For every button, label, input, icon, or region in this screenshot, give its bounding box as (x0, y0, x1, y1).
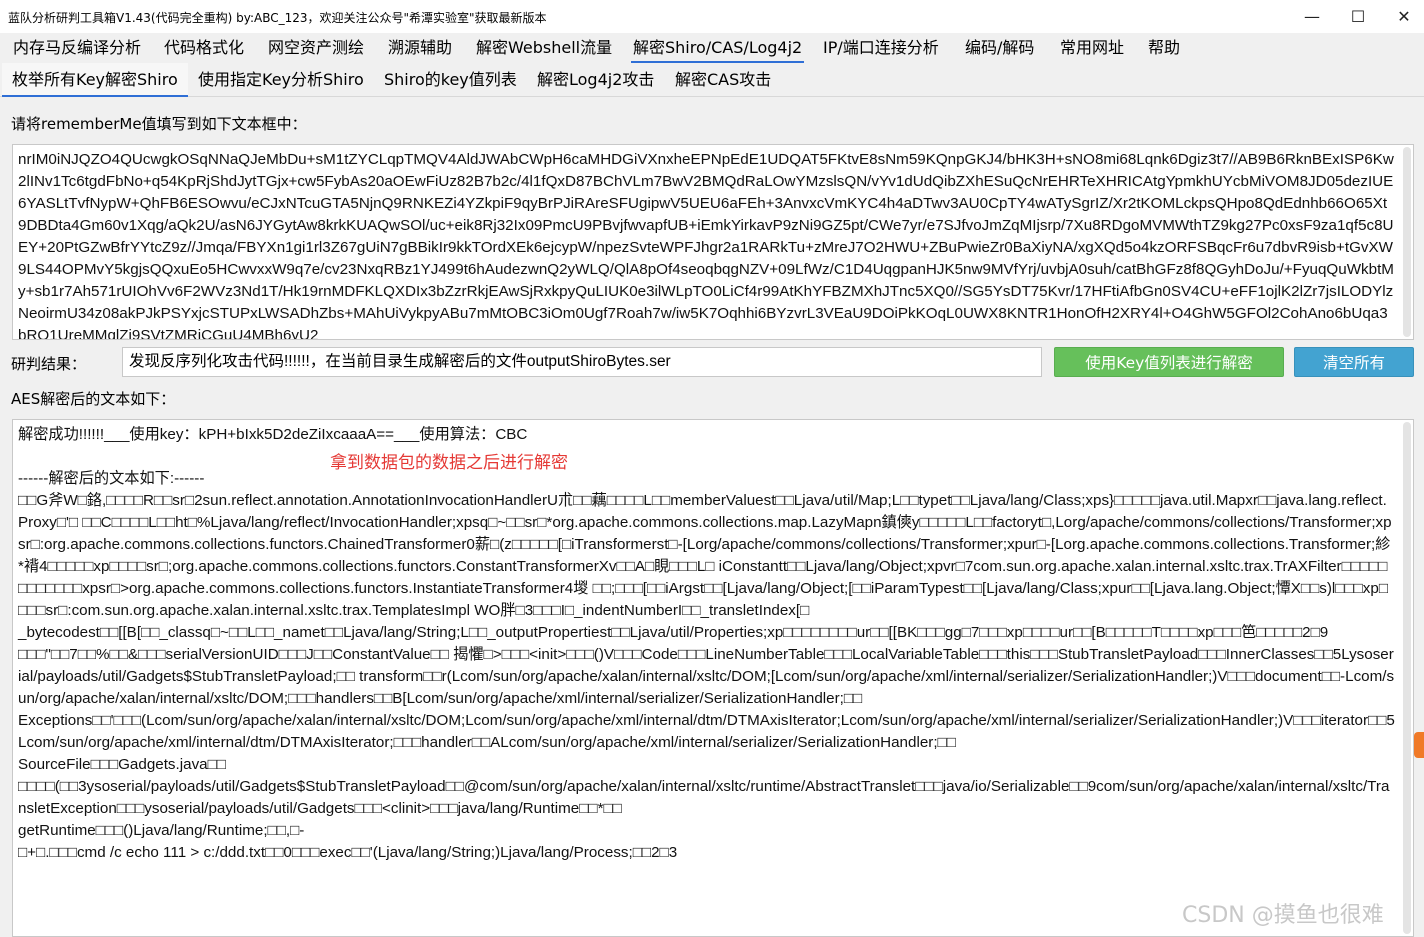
result-field[interactable]: 发现反序列化攻击代码!!!!!!，在当前目录生成解密后的文件outputShir… (122, 347, 1042, 377)
close-button[interactable]: ✕ (1381, 0, 1424, 33)
tab-shiro-cas-log4j2[interactable]: 解密Shiro/CAS/Log4j2 (631, 33, 805, 63)
tab-help[interactable]: 帮助 (1146, 33, 1182, 63)
output-line: SourceFile□□□Gadgets.java□□ (18, 756, 226, 773)
tab-asset-mapping[interactable]: 网空资产测绘 (266, 33, 366, 63)
csdn-watermark: CSDN @摸鱼也很难 (1182, 903, 1384, 928)
rememberme-value: nrIM0iNJQZO4QUcwgkOSqNNaQJeMbDu+sM1tZYCL… (18, 151, 1394, 340)
subtab-enumerate-keys[interactable]: 枚举所有Key解密Shiro (2, 63, 188, 97)
maximize-button[interactable]: ☐ (1335, 0, 1381, 33)
output-line: 解密成功!!!!!!___使用key：kPH+bIxk5D2deZiIxcaaa… (18, 426, 528, 443)
aes-output-text: 解密成功!!!!!!___使用key：kPH+bIxk5D2deZiIxcaaa… (18, 424, 1395, 864)
aes-output-scrollbar[interactable] (1403, 422, 1411, 934)
rememberme-label: 请将rememberMe值填写到如下文本框中： (11, 115, 307, 133)
tab-encode-decode[interactable]: 编码/解码 (963, 33, 1036, 63)
subtab-specified-key[interactable]: 使用指定Key分析Shiro (188, 63, 374, 97)
aes-output-label: AES解密后的文本如下： (11, 390, 176, 408)
output-line: □□□"□□7□□%□□&□□□serialVersionUID□□□J□□Co… (18, 646, 1395, 707)
output-line: ​ (18, 446, 1395, 468)
rememberme-scrollbar[interactable] (1403, 147, 1411, 337)
side-widget[interactable] (1414, 732, 1424, 758)
subtab-shiro-key-list[interactable]: Shiro的key值列表 (374, 63, 527, 97)
decrypt-with-key-list-button[interactable]: 使用Key值列表进行解密 (1054, 347, 1284, 377)
result-label: 研判结果： (11, 355, 87, 373)
sub-tab-bar: 枚举所有Key解密Shiro 使用指定Key分析Shiro Shiro的key值… (0, 63, 1424, 97)
output-line: getRuntime□□□()Ljava/lang/Runtime;□□,□- (18, 822, 305, 839)
tab-code-format[interactable]: 代码格式化 (162, 33, 246, 63)
tab-trace-assist[interactable]: 溯源辅助 (386, 33, 454, 63)
tab-memshell-decompile[interactable]: 内存马反编译分析 (11, 33, 143, 63)
aes-output-textarea[interactable]: 解密成功!!!!!!___使用key：kPH+bIxk5D2deZiIxcaaa… (12, 419, 1414, 937)
minimize-button[interactable]: — (1289, 0, 1335, 33)
tab-ip-port-analysis[interactable]: IP/端口连接分析 (821, 33, 941, 63)
output-line: □□□□(□□3ysoserial/payloads/util/Gadgets$… (18, 778, 1390, 817)
red-annotation: 拿到数据包的数据之后进行解密 (330, 453, 568, 473)
subtab-cas[interactable]: 解密CAS攻击 (665, 63, 781, 97)
window-title: 蓝队分析研判工具箱V1.43(代码完全重构) by:ABC_123，欢迎关注公众… (8, 11, 547, 25)
main-tab-bar: 内存马反编译分析 代码格式化 网空资产测绘 溯源辅助 解密Webshell流量 … (0, 33, 1424, 63)
rememberme-textarea[interactable]: nrIM0iNJQZO4QUcwgkOSqNNaQJeMbDu+sM1tZYCL… (12, 144, 1414, 340)
output-line: □□G斧W□鉻,□□□□R□□sr□2sun.reflect.annotatio… (18, 492, 1392, 619)
output-line: ------解密后的文本如下:------ (18, 470, 205, 487)
output-line: _bytecodest□□[[B[□□_classq□~□□L□□_namet□… (18, 624, 1329, 641)
clear-all-button[interactable]: 清空所有 (1294, 347, 1414, 377)
output-line: □+□.□□□cmd /c echo 111 > c:/ddd.txt□□0□□… (18, 844, 678, 861)
tab-webshell-decrypt[interactable]: 解密Webshell流量 (474, 33, 614, 63)
output-line: Exceptions□□'□□□(Lcom/sun/org/apache/xal… (18, 712, 1395, 751)
subtab-log4j2[interactable]: 解密Log4j2攻击 (527, 63, 664, 97)
title-bar: 蓝队分析研判工具箱V1.43(代码完全重构) by:ABC_123，欢迎关注公众… (0, 0, 1424, 33)
tab-common-urls[interactable]: 常用网址 (1058, 33, 1126, 63)
